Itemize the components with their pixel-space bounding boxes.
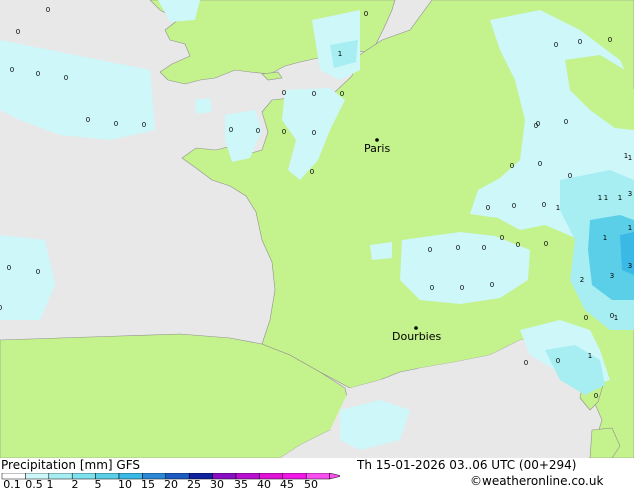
legend-title: Precipitation [mm] GFS [1, 458, 140, 472]
color-scale-tick: 40 [257, 478, 271, 491]
color-scale-tick: 5 [94, 478, 102, 491]
precip-value-label: 0 [229, 126, 233, 134]
precip-value-label: 0 [114, 120, 118, 128]
precip-value-label: 0 [10, 66, 14, 74]
precipitation-map: Paris Dourbies 0 0 0 0 0 0 0 0 0 0 0 0 0 0 0 0 0 0 0 0 0 0 0 0 0… [0, 0, 634, 459]
color-scale-tick: 0.1 [3, 478, 21, 491]
color-scale-tick: 35 [234, 478, 248, 491]
precip-value-label: 0 [482, 244, 486, 252]
precip-value-label: 1 [628, 224, 632, 232]
precip-value-label: 0 [142, 121, 146, 129]
precip-value-label: 0 [340, 90, 344, 98]
color-scale-tick: 1 [46, 478, 54, 491]
precip-value-label: 0 [460, 284, 464, 292]
precip-value-label: 0 [568, 172, 572, 180]
precip-value-label: 0 [312, 129, 316, 137]
color-scale-tick: 30 [210, 478, 224, 491]
precip-value-label: 0 [256, 127, 260, 135]
precip-value-label: 0 [516, 241, 520, 249]
precip-value-label: 0 [364, 10, 368, 18]
precip-value-label: 0 [554, 41, 558, 49]
color-scale-tick: 45 [280, 478, 294, 491]
precip-value-label: 0 [282, 89, 286, 97]
city-label-dourbies: Dourbies [392, 330, 442, 343]
precip-value-label: 1 [556, 204, 560, 212]
legend-bar: Precipitation [mm] GFS Th 15-01-2026 03.… [0, 458, 634, 491]
precip-value-label: 1 [588, 352, 592, 360]
city-label-paris: Paris [364, 142, 390, 155]
precip-value-label: 0 [584, 314, 588, 322]
precip-value-label: 0 [312, 90, 316, 98]
color-scale-tick: 20 [164, 478, 178, 491]
color-scale-tick: 0.5 [25, 478, 43, 491]
precip-value-label: 0 [524, 359, 528, 367]
legend-datetime: Th 15-01-2026 03..06 UTC (00+294) [357, 458, 577, 472]
color-scale-tick: 50 [304, 478, 318, 491]
color-scale-tick: 15 [141, 478, 155, 491]
precip-value-label: 3 [628, 190, 632, 198]
precip-value-label: 1 [624, 152, 628, 160]
color-scale-tick: 10 [118, 478, 132, 491]
precip-value-label: 0 [490, 281, 494, 289]
precip-value-label: 0 [542, 201, 546, 209]
precip-value-label: 0 [428, 246, 432, 254]
precip-value-label: 0 [456, 244, 460, 252]
precip-value-label: 0 [16, 28, 20, 36]
precip-value-label: 0 [510, 162, 514, 170]
precip-value-label: 0 [500, 234, 504, 242]
precip-value-label: 1 [338, 50, 342, 58]
map-canvas: Paris Dourbies 0 0 0 0 0 0 0 0 0 0 0 0 0 0 0 0 0 0 0 0 0 0 0 0 0… [0, 0, 634, 459]
precip-value-label: 0 [544, 240, 548, 248]
precip-value-label: 0 [0, 304, 2, 312]
precip-value-label: 0 [46, 6, 50, 14]
precip-value-label: 0 [486, 204, 490, 212]
precip-value-label: 0 [282, 128, 286, 136]
legend-model: GFS [116, 458, 140, 472]
precip-value-label: 1 [614, 314, 618, 322]
color-scale-ticks: 0.1 0.5 1 2 5 10 15 20 25 30 35 40 45 50 [0, 478, 634, 491]
precip-value-label: 0 [64, 74, 68, 82]
legend-title-text: Precipitation [mm] [1, 458, 113, 472]
color-scale-tick: 25 [187, 478, 201, 491]
precip-value-label: 0 [36, 70, 40, 78]
precip-value-label: 0 [564, 118, 568, 126]
precip-value-label: 3 [628, 262, 632, 270]
precip-value-label: 0 [512, 202, 516, 210]
precip-value-label: 0 [556, 357, 560, 365]
precip-value-label: 0 [7, 264, 11, 272]
precip-value-label: 1 [628, 154, 632, 162]
precip-value-label: 0 [534, 122, 538, 130]
precip-value-label: 0 [86, 116, 90, 124]
precip-value-label: 0 [594, 392, 598, 400]
precip-value-label: 0 [36, 268, 40, 276]
precip-value-label: 2 [580, 276, 584, 284]
precip-value-label: 0 [578, 38, 582, 46]
precip-value-label: 3 [610, 272, 614, 280]
precip-value-label: 0 [430, 284, 434, 292]
precip-value-label: 0 [608, 36, 612, 44]
color-scale-tick: 2 [71, 478, 79, 491]
precip-value-label: 0 [310, 168, 314, 176]
precip-value-label: 1 [598, 194, 602, 202]
precip-value-label: 0 [538, 160, 542, 168]
precip-value-label: 1 [603, 234, 607, 242]
precip-value-label: 1 [604, 194, 608, 202]
precip-value-label: 1 [618, 194, 622, 202]
